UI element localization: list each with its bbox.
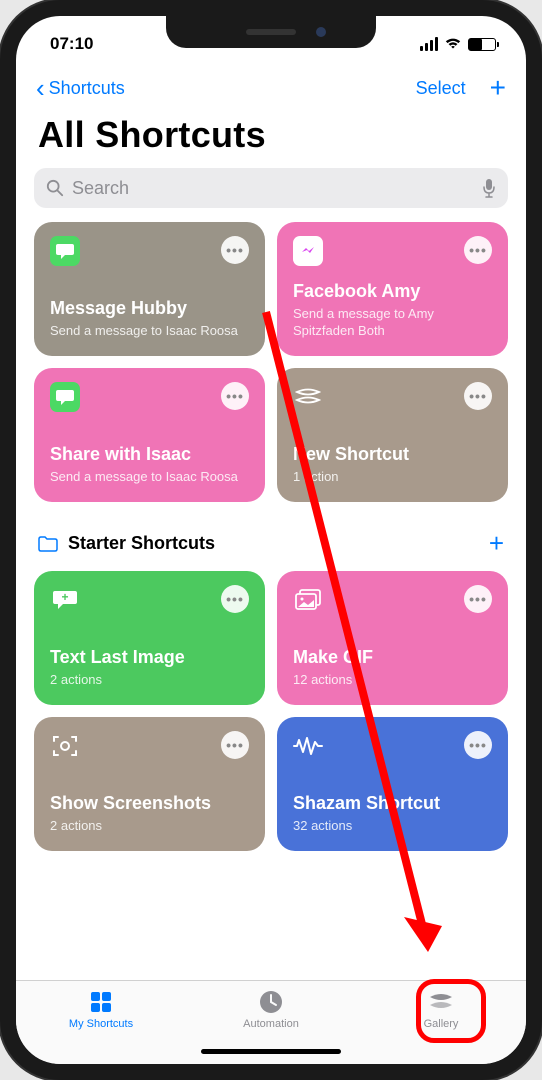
card-title: New Shortcut bbox=[293, 444, 492, 465]
section-title[interactable]: Starter Shortcuts bbox=[68, 533, 479, 554]
search-input[interactable]: Search bbox=[34, 168, 508, 208]
messenger-icon bbox=[293, 236, 323, 266]
shortcut-card[interactable]: ••• New Shortcut 1 action bbox=[277, 368, 508, 502]
card-menu-button[interactable]: ••• bbox=[464, 236, 492, 264]
page-title: All Shortcuts bbox=[16, 108, 526, 168]
message-plus-icon: + bbox=[50, 585, 80, 615]
grid-icon bbox=[87, 989, 115, 1015]
home-indicator[interactable] bbox=[201, 1049, 341, 1054]
select-button[interactable]: Select bbox=[416, 78, 466, 99]
shortcut-card[interactable]: ••• Message Hubby Send a message to Isaa… bbox=[34, 222, 265, 356]
mic-icon[interactable] bbox=[482, 178, 496, 198]
search-placeholder: Search bbox=[72, 178, 129, 199]
tab-bar: My Shortcuts Automation Gallery bbox=[16, 980, 526, 1064]
signal-icon bbox=[420, 37, 438, 51]
back-button[interactable]: ‹ Shortcuts bbox=[36, 75, 125, 101]
back-label: Shortcuts bbox=[49, 78, 125, 99]
tab-label: My Shortcuts bbox=[69, 1018, 133, 1030]
wifi-icon bbox=[444, 37, 462, 51]
card-subtitle: Send a message to Isaac Roosa bbox=[50, 323, 249, 340]
shortcut-card[interactable]: ••• Make GIF 12 actions bbox=[277, 571, 508, 705]
messages-icon bbox=[50, 382, 80, 412]
section-add-button[interactable]: + bbox=[489, 528, 504, 559]
photos-icon bbox=[293, 585, 323, 615]
card-subtitle: Send a message to Isaac Roosa bbox=[50, 469, 249, 486]
shortcut-card[interactable]: + ••• Text Last Image 2 actions bbox=[34, 571, 265, 705]
folder-icon bbox=[38, 536, 58, 552]
svg-text:+: + bbox=[61, 590, 68, 604]
card-menu-button[interactable]: ••• bbox=[221, 236, 249, 264]
shortcut-card[interactable]: ••• Share with Isaac Send a message to I… bbox=[34, 368, 265, 502]
card-title: Facebook Amy bbox=[293, 281, 492, 302]
tab-my-shortcuts[interactable]: My Shortcuts bbox=[51, 989, 151, 1030]
shortcut-card[interactable]: ••• Shazam Shortcut 32 actions bbox=[277, 717, 508, 851]
status-indicators bbox=[420, 37, 496, 51]
card-subtitle: 1 action bbox=[293, 469, 492, 486]
card-menu-button[interactable]: ••• bbox=[464, 585, 492, 613]
layers-icon bbox=[293, 382, 323, 412]
gallery-icon bbox=[427, 989, 455, 1015]
battery-icon bbox=[468, 38, 496, 51]
card-menu-button[interactable]: ••• bbox=[464, 731, 492, 759]
messages-icon bbox=[50, 236, 80, 266]
card-title: Share with Isaac bbox=[50, 444, 249, 465]
section-header: Starter Shortcuts + bbox=[34, 522, 508, 571]
screenshot-icon bbox=[50, 731, 80, 761]
card-subtitle: 32 actions bbox=[293, 818, 492, 835]
card-subtitle: 2 actions bbox=[50, 672, 249, 689]
card-title: Make GIF bbox=[293, 647, 492, 668]
nav-bar: ‹ Shortcuts Select + bbox=[16, 64, 526, 108]
chevron-left-icon: ‹ bbox=[36, 75, 45, 101]
card-title: Shazam Shortcut bbox=[293, 793, 492, 814]
add-shortcut-button[interactable]: + bbox=[490, 74, 506, 102]
card-subtitle: 12 actions bbox=[293, 672, 492, 689]
card-title: Text Last Image bbox=[50, 647, 249, 668]
tab-gallery[interactable]: Gallery bbox=[391, 989, 491, 1030]
search-icon bbox=[46, 179, 64, 197]
tab-label: Automation bbox=[243, 1018, 299, 1030]
tab-label: Gallery bbox=[424, 1018, 459, 1030]
card-menu-button[interactable]: ••• bbox=[221, 382, 249, 410]
card-menu-button[interactable]: ••• bbox=[221, 585, 249, 613]
status-time: 07:10 bbox=[50, 34, 93, 54]
card-title: Message Hubby bbox=[50, 298, 249, 319]
clock-icon bbox=[257, 989, 285, 1015]
wave-icon bbox=[293, 731, 323, 761]
card-menu-button[interactable]: ••• bbox=[221, 731, 249, 759]
tab-automation[interactable]: Automation bbox=[221, 989, 321, 1030]
shortcut-card[interactable]: ••• Facebook Amy Send a message to Amy S… bbox=[277, 222, 508, 356]
card-subtitle: 2 actions bbox=[50, 818, 249, 835]
card-menu-button[interactable]: ••• bbox=[464, 382, 492, 410]
card-title: Show Screenshots bbox=[50, 793, 249, 814]
shortcut-card[interactable]: ••• Show Screenshots 2 actions bbox=[34, 717, 265, 851]
content-area: ••• Message Hubby Send a message to Isaa… bbox=[16, 222, 526, 980]
card-subtitle: Send a message to Amy Spitzfaden Both bbox=[293, 306, 492, 340]
